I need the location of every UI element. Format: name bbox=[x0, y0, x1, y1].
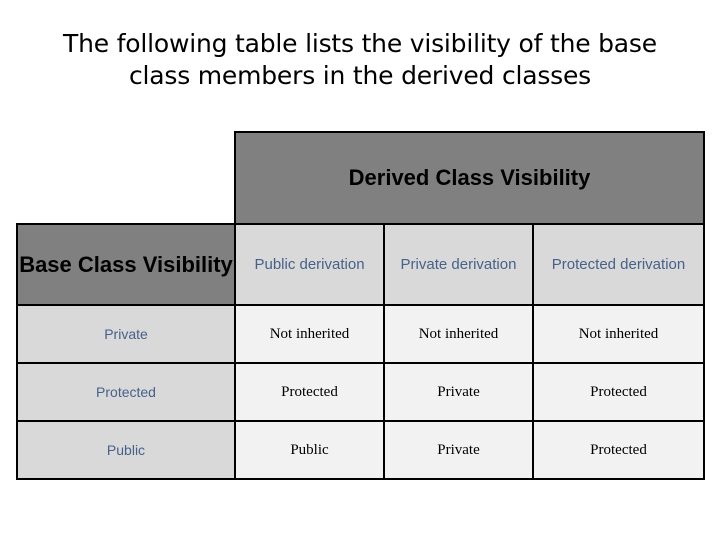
table-corner-cell bbox=[17, 132, 235, 224]
table-row: Protected Protected Private Protected bbox=[16, 362, 706, 422]
table-row: Public Public Private Protected bbox=[16, 420, 706, 480]
cell-protected-public-derivation: Protected bbox=[234, 362, 385, 422]
page-title: The following table lists the visibility… bbox=[63, 29, 657, 90]
slide-canvas: { "slide": { "title": "The following tab… bbox=[0, 0, 720, 540]
cell-public-public-derivation: Public bbox=[234, 420, 385, 480]
table-header-banner-row: Derived Class Visibility bbox=[17, 131, 706, 225]
column-header-protected-derivation: Protected derivation bbox=[531, 223, 706, 306]
row-label-protected: Protected bbox=[16, 362, 236, 422]
cell-public-protected-derivation: Protected bbox=[531, 420, 706, 480]
table-row: Private Not inherited Not inherited Not … bbox=[16, 304, 706, 364]
table-column-header-row: Base Class Visibility Public derivation … bbox=[16, 223, 706, 306]
column-header-public-derivation: Public derivation bbox=[234, 223, 385, 306]
cell-private-public-derivation: Not inherited bbox=[234, 304, 385, 364]
row-label-private: Private bbox=[16, 304, 236, 364]
cell-private-protected-derivation: Not inherited bbox=[531, 304, 706, 364]
cell-protected-protected-derivation: Protected bbox=[531, 362, 706, 422]
cell-public-private-derivation: Private bbox=[383, 420, 534, 480]
derived-class-visibility-header: Derived Class Visibility bbox=[233, 131, 706, 225]
base-class-visibility-header: Base Class Visibility bbox=[16, 223, 236, 306]
row-label-public: Public bbox=[16, 420, 236, 480]
column-header-private-derivation: Private derivation bbox=[383, 223, 534, 306]
cell-protected-private-derivation: Private bbox=[383, 362, 534, 422]
cell-private-private-derivation: Not inherited bbox=[383, 304, 534, 364]
visibility-table: Derived Class Visibility Base Class Visi… bbox=[16, 131, 706, 480]
